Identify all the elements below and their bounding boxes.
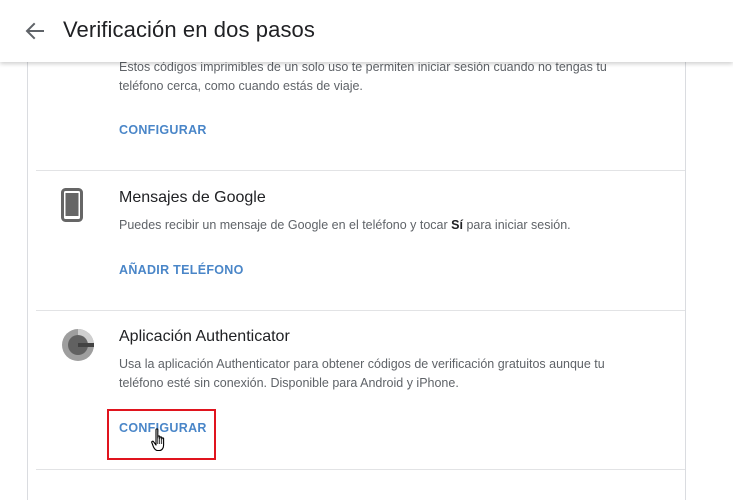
- hand-cursor-icon: [151, 428, 165, 452]
- add-phone-link[interactable]: AÑADIR TELÉFONO: [119, 263, 244, 277]
- hand-pointer-cursor: [151, 428, 169, 457]
- google-prompt-description: Puedes recibir un mensaje de Google en e…: [119, 218, 571, 232]
- google-prompt-title: Mensajes de Google: [119, 189, 266, 206]
- back-button[interactable]: [22, 18, 48, 44]
- phone-icon: [61, 188, 83, 222]
- backup-codes-description: Estos códigos imprimibles de un solo uso…: [119, 60, 607, 93]
- authenticator-title: Aplicación Authenticator: [119, 328, 290, 345]
- authenticator-icon: [62, 329, 94, 361]
- backup-codes-configure-link[interactable]: CONFIGURAR: [119, 123, 207, 137]
- arrow-back-icon: [25, 22, 44, 40]
- google-prompt-section: Mensajes de Google Puedes recibir un men…: [28, 171, 685, 310]
- divider: [36, 469, 685, 470]
- app-header: Verificación en dos pasos: [0, 0, 733, 62]
- phone-icon-wrap: [61, 188, 83, 227]
- authenticator-icon-wrap: [61, 328, 95, 367]
- page-title: Verificación en dos pasos: [63, 17, 315, 42]
- authenticator-description: Usa la aplicación Authenticator para obt…: [119, 357, 605, 390]
